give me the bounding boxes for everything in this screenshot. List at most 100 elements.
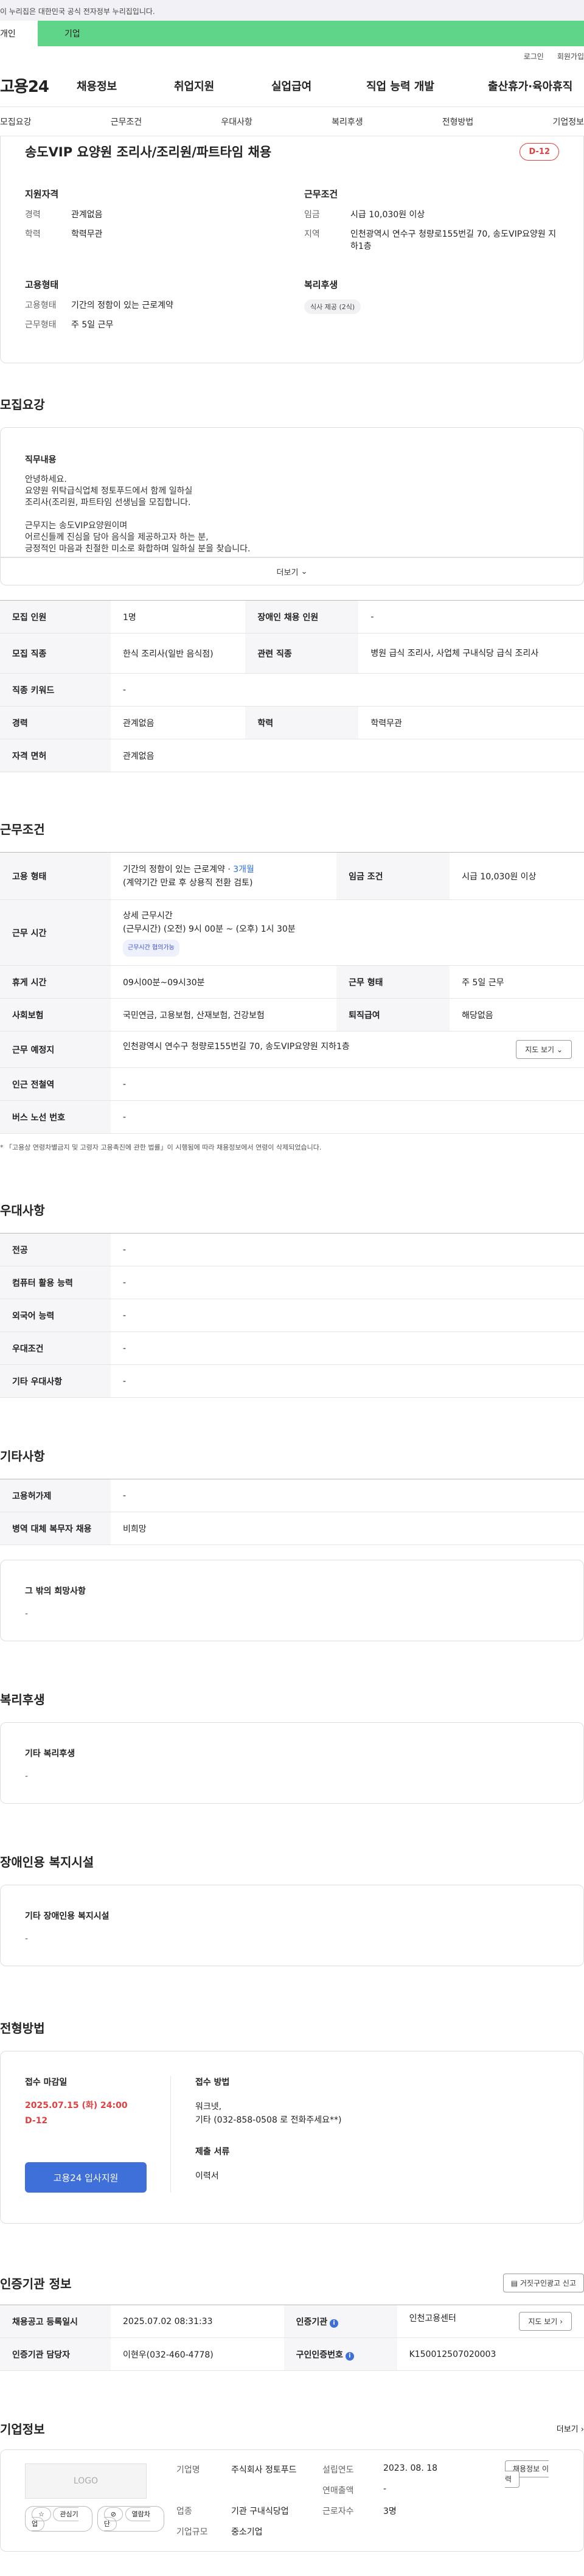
tab-corporate[interactable]: 기업: [38, 21, 584, 46]
row-value: 이현우(032-460-4778): [111, 2337, 284, 2371]
table-row: 근무 예정지 인천광역시 연수구 청량로155번길 70, 송도VIP요양원 지하…: [0, 1031, 584, 1068]
etc-section-title: 기타사항: [0, 1449, 45, 1464]
emp-key: 근무형태: [25, 320, 57, 330]
tab-personal[interactable]: 개인: [0, 21, 38, 46]
gnb-item-training[interactable]: 직업 능력 개발: [366, 78, 488, 94]
row-key: 인근 전철역: [0, 1067, 111, 1101]
cert-table: 채용공고 등록일시 2025.07.02 08:31:33 인증기관 i 인천고용센터 지…: [0, 2305, 584, 2371]
row-value: 인천광역시 연수구 청량로155번길 70, 송도VIP요양원 지하1층 지도 보…: [111, 1031, 584, 1068]
emp-value: 기간의 정함이 있는 근로계약: [71, 301, 173, 310]
extra-wishes-card: 그 밖의 희망사항 -: [0, 1560, 584, 1641]
join-link[interactable]: 회원가입: [557, 51, 584, 65]
chevron-right-icon: ›: [580, 2425, 584, 2434]
table-row: 모집 직종 한식 조리사(일반 음식점) 관련 직종 병원 급식 조리사, 사업체 구…: [0, 633, 584, 674]
row-key: 사회보험: [0, 998, 111, 1031]
condition-block: 근무조건 임금 시급 10,030원 이상 지역 인천광역시 연수구 청량로155번…: [304, 187, 559, 260]
emp-key: 고용형태: [25, 301, 57, 310]
desc-text: 안녕하세요. 요양원 위탁급식업체 정토푸드에서 함께 일하실 조리사(조리원,…: [25, 475, 251, 554]
map-label: 지도 보기: [528, 2317, 558, 2326]
report-fake-ad-button[interactable]: ▤ 거짓구인광고 신고: [502, 2274, 584, 2292]
desc-more-button[interactable]: 더보기 ⌄: [0, 557, 584, 585]
selection-card: 접수 마감일 2025.07.15 (화) 24:00 D-12 고용24 입사…: [0, 2051, 584, 2224]
more-label: 더보기: [276, 568, 299, 578]
lnb-corp[interactable]: 기업정보: [552, 116, 584, 128]
qual-value: 관계없음: [71, 210, 103, 220]
favorite-corp-button[interactable]: ☆ 관심기업: [25, 2506, 92, 2532]
table-row: 병역 대체 복무자 채용 비희망: [0, 1512, 584, 1545]
corp-more-link[interactable]: 더보기 ›: [557, 2423, 584, 2434]
row-value: K150012507020003: [397, 2337, 584, 2371]
gnb-item-leave[interactable]: 출산휴가·육아휴직: [488, 78, 572, 94]
row-value: -: [111, 1266, 584, 1299]
utility-menu: 로그인 회원가입: [0, 51, 584, 65]
dday-badge: D-12: [520, 142, 559, 161]
gnb-item-benefit[interactable]: 실업급여: [271, 78, 366, 94]
map-button[interactable]: 지도 보기 ⌄: [516, 1040, 572, 1059]
info-icon[interactable]: i: [330, 2319, 339, 2328]
emp-note: (계약기간 만료 후 상용직 전환 검토): [123, 878, 253, 888]
row-key: 모집 인원: [0, 600, 111, 634]
extra-wishes-value: -: [25, 1609, 29, 1619]
qualification-title: 지원자격: [25, 189, 59, 200]
deadline-title: 접수 마감일: [25, 2078, 68, 2087]
map-label: 지도 보기: [525, 1045, 555, 1054]
gnb-item-support[interactable]: 취업지원: [174, 78, 271, 94]
row-value: 국민연금, 고용보험, 산재보험, 건강보험: [111, 998, 337, 1031]
row-key: 구인인증번호 i: [283, 2337, 397, 2371]
corp-value: 중소기업: [231, 2527, 263, 2537]
lnb-recruit[interactable]: 모집요강: [0, 116, 32, 128]
row-key: 인증기관 담당자: [0, 2337, 111, 2371]
table-row: 고용허가제 -: [0, 1479, 584, 1512]
cert-map-button[interactable]: 지도 보기 ›: [519, 2312, 572, 2331]
table-row: 인근 전철역 -: [0, 1067, 584, 1101]
org-value: 인천고용센터: [409, 2314, 456, 2323]
cond-key: 임금: [304, 210, 320, 220]
deadline-value: 2025.07.15 (화) 24:00: [25, 2101, 128, 2110]
desc-title: 직무내용: [25, 455, 57, 465]
job-history-button[interactable]: 채용정보 이력: [504, 2460, 549, 2488]
site-logo[interactable]: 고용24: [0, 74, 77, 97]
lnb-work[interactable]: 근무조건: [111, 116, 142, 128]
method-value-1: 워크넷,: [195, 2102, 222, 2112]
lnb-selection[interactable]: 전형방법: [442, 116, 474, 128]
row-value: -: [111, 1364, 584, 1398]
row-value: -: [111, 1067, 584, 1101]
corp-section-title: 기업정보: [0, 2422, 45, 2437]
row-key: 버스 노선 번호: [0, 1100, 111, 1134]
row-value: -: [111, 1233, 584, 1266]
cond-value: 시급 10,030원 이상: [350, 210, 425, 220]
corp-value: 기관 구내식당업: [231, 2507, 289, 2516]
row-value: 관계없음: [111, 706, 246, 739]
info-icon[interactable]: i: [345, 2351, 354, 2361]
table-row: 버스 노선 번호 -: [0, 1100, 584, 1134]
row-value: -: [358, 600, 584, 634]
chevron-down-icon: ⌄: [556, 1045, 563, 1054]
row-key: 관련 직종: [245, 633, 359, 674]
apply-button[interactable]: 고용24 입사지원: [25, 2162, 147, 2193]
section-nav: 모집요강 근무조건 우대사항 복리후생 전형방법 기업정보: [0, 107, 584, 136]
lnb-pref[interactable]: 우대사항: [221, 116, 252, 128]
table-row: 자격 면허 관계없음: [0, 739, 584, 772]
table-row: 직종 키워드 -: [0, 673, 584, 707]
benefits-card: 기타 복리후생 -: [0, 1722, 584, 1804]
row-key: 고용 형태: [0, 852, 111, 900]
login-link[interactable]: 로그인: [524, 51, 544, 65]
benefits-section-title: 복리후생: [0, 1692, 45, 1707]
pref-table: 전공 - 컴퓨터 활용 능력 - 외국어 능력 - 우대조건 - 기타 우대사항 -: [0, 1233, 584, 1398]
gnb-item-jobs[interactable]: 채용정보: [77, 78, 174, 94]
corp-value: 2023. 08. 18: [383, 2463, 438, 2473]
disabled-section-title: 장애인용 복지시설: [0, 1855, 94, 1869]
qual-key: 학력: [25, 229, 41, 239]
banner-text: 이 누리집은 대한민국 공식 전자정부 누리집입니다.: [0, 7, 155, 16]
lnb-welfare[interactable]: 복리후생: [332, 116, 363, 128]
corp-key: 근로자수: [322, 2507, 354, 2516]
table-row: 인증기관 담당자 이현우(032-460-4778) 구인인증번호 i K1500125…: [0, 2337, 584, 2371]
block-corp-button[interactable]: ⊘ 열람차단: [97, 2506, 164, 2532]
benefits-value: -: [25, 1771, 29, 1781]
bottom-spacer: [0, 2552, 584, 2576]
selection-section-title: 전형방법: [0, 2021, 45, 2036]
row-key: 기타 우대사항: [0, 1364, 111, 1398]
job-summary-card: 송도VIP 요양원 조리사/조리원/파트타임 채용 D-12 지원자격 경력 관계…: [0, 136, 584, 363]
chevron-right-icon: ›: [560, 2317, 563, 2326]
employment-title: 고용형태: [25, 279, 59, 290]
